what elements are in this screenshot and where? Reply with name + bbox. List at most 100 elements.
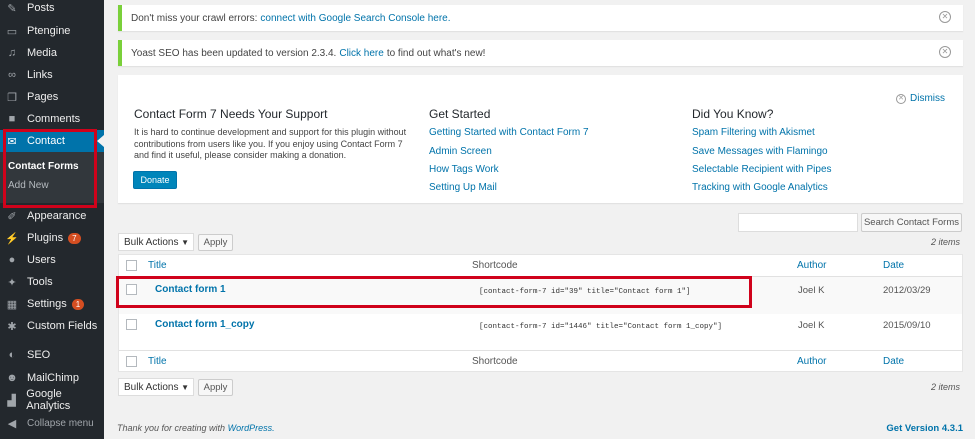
close-icon[interactable]: ✕ (939, 46, 951, 58)
sidebar-item-google-analytics[interactable]: ▟ Google Analytics (0, 388, 104, 412)
sidebar-item-seo[interactable]: ◐ SEO (0, 344, 104, 366)
close-icon: ✕ (896, 93, 906, 104)
dismiss-button[interactable]: ✕ Dismiss (896, 93, 945, 104)
bulk-actions-value: Bulk Actions (124, 381, 179, 393)
sidebar-item-comments[interactable]: ■ Comments (0, 108, 104, 130)
paintbrush-icon: ✐ (7, 210, 17, 223)
get-started-title: Get Started (429, 107, 491, 121)
sidebar-item-mailchimp[interactable]: ☻ MailChimp (0, 367, 104, 389)
users-icon: ● (8, 254, 16, 266)
submenu-contact-forms[interactable]: Contact Forms (8, 161, 79, 172)
table-header: Title Shortcode Author Date (119, 255, 962, 277)
analytics-link[interactable]: Tracking with Google Analytics (692, 182, 828, 193)
sidebar-item-label: MailChimp (27, 372, 79, 384)
sidebar-item-posts[interactable]: ✎ Posts (0, 0, 104, 19)
whats-new-link[interactable]: Click here (339, 48, 383, 59)
author-value: Joel K (798, 320, 825, 331)
footer-thanks: Thank you for creating with WordPress. (117, 423, 275, 433)
pages-icon: ❐ (7, 91, 17, 104)
date-column-footer[interactable]: Date (883, 356, 904, 367)
flamingo-link[interactable]: Save Messages with Flamingo (692, 146, 828, 157)
close-icon[interactable]: ✕ (939, 11, 951, 23)
footer-thanks-text: Thank you for creating with (117, 423, 226, 433)
sidebar-item-links[interactable]: ∞ Links (0, 64, 104, 86)
date-value: 2012/03/29 (883, 285, 931, 296)
pushpin-icon: ✎ (7, 2, 17, 15)
sidebar-item-label: Plugins (27, 232, 64, 244)
search-input[interactable] (738, 213, 858, 232)
author-column-footer[interactable]: Author (797, 356, 826, 367)
collapse-icon: ◀ (7, 417, 17, 430)
donate-button[interactable]: Donate (133, 171, 177, 189)
shortcode-column-header: Shortcode (472, 260, 518, 271)
sidebar-item-ptengine[interactable]: ▭ Ptengine (0, 20, 104, 42)
sidebar-item-label: Users (27, 254, 56, 266)
dismiss-label: Dismiss (910, 93, 945, 104)
sidebar-item-label: Comments (27, 113, 81, 125)
row-checkbox[interactable] (126, 319, 137, 330)
collapse-menu-button[interactable]: ◀ Collapse menu (0, 412, 104, 434)
submenu-add-new[interactable]: Add New (8, 180, 49, 191)
sidebar-item-label: Custom Fields (27, 320, 98, 332)
notice-text-after: to find out what's new! (386, 47, 486, 59)
sidebar-item-media[interactable]: ♫ Media (0, 42, 104, 64)
sidebar-item-label: Posts (27, 2, 55, 14)
select-all-checkbox[interactable] (126, 356, 137, 367)
sidebar-item-label: Ptengine (27, 25, 71, 37)
sidebar-item-label: Tools (27, 276, 53, 288)
sidebar-item-settings[interactable]: ▦ Settings 1 (0, 293, 104, 315)
sidebar-item-users[interactable]: ● Users (0, 249, 104, 271)
search-contact-forms-button[interactable]: Search Contact Forms (861, 213, 962, 232)
title-column-header[interactable]: Title (148, 260, 167, 271)
sidebar-item-pages[interactable]: ❐ Pages (0, 86, 104, 108)
contact-forms-table: Title Shortcode Author Date Contact form… (118, 254, 963, 372)
caret-down-icon: ▼ (181, 238, 189, 247)
sidebar-item-label: Contact (27, 135, 65, 147)
bulk-actions-select[interactable]: Bulk Actions ▼ (118, 233, 194, 251)
yoast-update-notice: Yoast SEO has been updated to version 2.… (118, 40, 963, 66)
yoast-icon: ◐ (8, 349, 16, 361)
akismet-link[interactable]: Spam Filtering with Akismet (692, 127, 815, 138)
row-checkbox[interactable] (126, 284, 137, 295)
sidebar-item-label: Appearance (27, 210, 87, 222)
sidebar-item-contact[interactable]: ✉ Contact (0, 130, 104, 152)
sidebar-item-appearance[interactable]: ✐ Appearance (0, 205, 104, 227)
how-tags-work-link[interactable]: How Tags Work (429, 164, 499, 175)
setting-up-mail-link[interactable]: Setting Up Mail (429, 182, 497, 193)
sidebar-item-label: Pages (27, 91, 59, 103)
getting-started-link[interactable]: Getting Started with Contact Form 7 (429, 127, 589, 138)
admin-screen-link[interactable]: Admin Screen (429, 146, 492, 157)
apply-button-bottom[interactable]: Apply (198, 379, 233, 396)
author-column-header[interactable]: Author (797, 260, 826, 271)
gear-icon: ✱ (7, 320, 17, 333)
update-badge: 7 (68, 232, 81, 244)
wordpress-link[interactable]: WordPress. (228, 423, 275, 433)
sidebar-item-tools[interactable]: ✦ Tools (0, 271, 104, 293)
shortcode-value: [contact-form-7 id="39" title="Contact f… (479, 288, 691, 296)
plugin-icon: ⚡ (5, 232, 19, 245)
get-version-link[interactable]: Get Version 4.3.1 (886, 423, 963, 434)
sidebar-item-label: Settings (27, 298, 67, 310)
bulk-actions-select-bottom[interactable]: Bulk Actions ▼ (118, 378, 194, 396)
pipes-link[interactable]: Selectable Recipient with Pipes (692, 164, 832, 175)
date-column-header[interactable]: Date (883, 260, 904, 271)
comment-icon: ■ (8, 113, 16, 125)
search-console-link[interactable]: connect with Google Search Console here. (260, 13, 450, 24)
admin-sidebar: ✎ Posts ▭ Ptengine ♫ Media ∞ Links ❐ Pages ■ C… (0, 0, 104, 439)
sidebar-item-custom-fields[interactable]: ✱ Custom Fields (0, 315, 104, 337)
select-all-checkbox[interactable] (126, 260, 137, 271)
table-row: Contact form 1 [contact-form-7 id="39" t… (119, 277, 962, 314)
shortcode-column-footer: Shortcode (472, 356, 518, 367)
sidebar-item-plugins[interactable]: ⚡ Plugins 7 (0, 227, 104, 249)
bulk-actions-value: Bulk Actions (124, 236, 179, 248)
date-value: 2015/09/10 (883, 320, 931, 331)
sidebar-item-label: Google Analytics (26, 388, 71, 412)
crawl-errors-notice: Don't miss your crawl errors: connect wi… (118, 5, 963, 31)
title-column-footer[interactable]: Title (148, 356, 167, 367)
notice-text: Yoast SEO has been updated to version 2.… (131, 47, 337, 59)
sidebar-item-label: Media (27, 47, 57, 59)
did-you-know-title: Did You Know? (692, 107, 774, 121)
form-title-link[interactable]: Contact form 1 (155, 284, 226, 295)
form-title-link[interactable]: Contact form 1_copy (155, 319, 254, 330)
apply-button[interactable]: Apply (198, 234, 233, 251)
